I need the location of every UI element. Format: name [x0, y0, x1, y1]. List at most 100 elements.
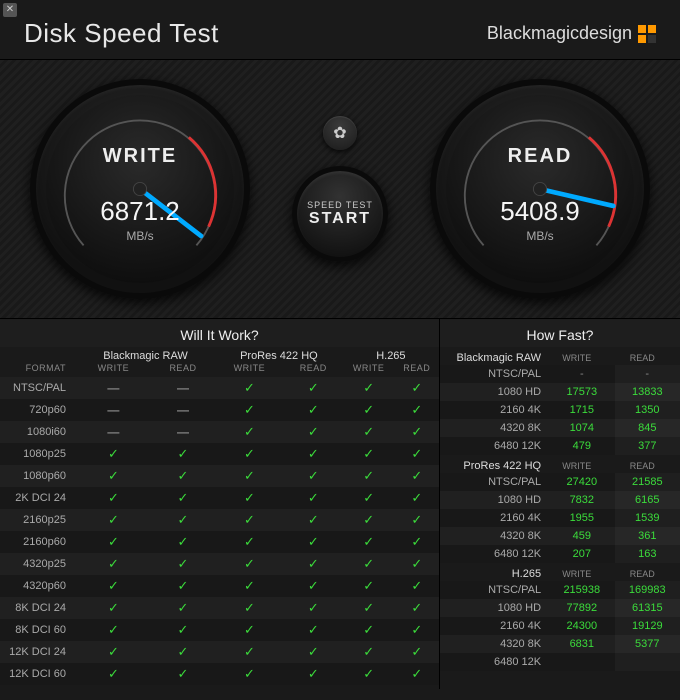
- check-icon: ✓: [284, 421, 343, 443]
- table-row: 2160p25✓✓✓✓✓✓: [0, 509, 439, 531]
- check-icon: ✓: [151, 553, 215, 575]
- format-label: 4320 8K: [440, 419, 549, 437]
- format-label: NTSC/PAL: [440, 581, 549, 599]
- dash-icon: —: [151, 421, 215, 443]
- check-icon: ✓: [395, 377, 439, 399]
- brand-text: Blackmagicdesign: [487, 23, 632, 44]
- write-fps: 24300: [549, 617, 614, 635]
- brand-squares-icon: [638, 25, 656, 43]
- close-icon: ✕: [6, 5, 14, 15]
- table-row: 6480 12K479377: [440, 437, 680, 455]
- check-icon: ✓: [215, 509, 284, 531]
- format-label: 12K DCI 60: [0, 663, 76, 685]
- format-label: 1080 HD: [440, 383, 549, 401]
- write-fps: 17573: [549, 383, 614, 401]
- read-gauge: READ 5408.9 MB/s: [430, 79, 650, 299]
- check-icon: ✓: [76, 597, 151, 619]
- format-label: 2K DCI 24: [0, 487, 76, 509]
- check-icon: ✓: [395, 619, 439, 641]
- table-row: 4320p25✓✓✓✓✓✓: [0, 553, 439, 575]
- format-label: NTSC/PAL: [0, 377, 76, 399]
- write-gauge-label: WRITE: [46, 145, 234, 168]
- format-label: 1080p60: [0, 465, 76, 487]
- codec-name: Blackmagic RAW: [440, 347, 549, 365]
- check-icon: ✓: [343, 421, 395, 443]
- write-fps: [549, 653, 614, 671]
- format-label: 2160p60: [0, 531, 76, 553]
- codec-header: H.265: [343, 347, 439, 363]
- start-small-label: SPEED TEST: [307, 200, 373, 210]
- check-icon: ✓: [76, 575, 151, 597]
- table-row: 12K DCI 60✓✓✓✓✓✓: [0, 663, 439, 685]
- check-icon: ✓: [343, 553, 395, 575]
- check-icon: ✓: [151, 443, 215, 465]
- check-icon: ✓: [284, 553, 343, 575]
- check-icon: ✓: [151, 597, 215, 619]
- check-icon: ✓: [151, 663, 215, 685]
- check-icon: ✓: [215, 465, 284, 487]
- check-icon: ✓: [215, 597, 284, 619]
- check-icon: ✓: [151, 509, 215, 531]
- codec-group-header: H.265WRITEREAD: [440, 563, 680, 581]
- format-label: 8K DCI 24: [0, 597, 76, 619]
- check-icon: ✓: [215, 641, 284, 663]
- check-icon: ✓: [215, 443, 284, 465]
- write-fps: 215938: [549, 581, 614, 599]
- table-row: NTSC/PAL2742021585: [440, 473, 680, 491]
- table-row: 2160 4K19551539: [440, 509, 680, 527]
- table-row: 1080p25✓✓✓✓✓✓: [0, 443, 439, 465]
- read-fps: 6165: [615, 491, 680, 509]
- how-fast-table: Blackmagic RAWWRITEREADNTSC/PAL--1080 HD…: [440, 347, 680, 671]
- read-gauge-label: READ: [446, 145, 634, 168]
- format-label: 4320p60: [0, 575, 76, 597]
- check-icon: ✓: [343, 377, 395, 399]
- read-fps: 61315: [615, 599, 680, 617]
- check-icon: ✓: [284, 597, 343, 619]
- check-icon: ✓: [76, 487, 151, 509]
- sub-header: READ: [284, 363, 343, 377]
- check-icon: ✓: [76, 443, 151, 465]
- check-icon: ✓: [395, 487, 439, 509]
- sub-header: WRITE: [549, 563, 614, 581]
- codec-name: H.265: [440, 563, 549, 581]
- check-icon: ✓: [343, 531, 395, 553]
- sub-header: WRITE: [343, 363, 395, 377]
- format-label: 4320p25: [0, 553, 76, 575]
- check-icon: ✓: [215, 377, 284, 399]
- dash-icon: —: [76, 421, 151, 443]
- dash-icon: —: [76, 399, 151, 421]
- table-row: 6480 12K: [440, 653, 680, 671]
- read-fps: 1350: [615, 401, 680, 419]
- check-icon: ✓: [76, 531, 151, 553]
- settings-button[interactable]: ✿: [323, 116, 357, 150]
- read-fps: 169983: [615, 581, 680, 599]
- check-icon: ✓: [284, 641, 343, 663]
- read-fps: 361: [615, 527, 680, 545]
- check-icon: ✓: [284, 531, 343, 553]
- write-fps: -: [549, 365, 614, 383]
- read-gauge-value: 5408.9 MB/s: [446, 196, 634, 243]
- check-icon: ✓: [284, 663, 343, 685]
- codec-group-header: Blackmagic RAWWRITEREAD: [440, 347, 680, 365]
- format-header: FORMAT: [0, 363, 76, 377]
- table-row: 2K DCI 24✓✓✓✓✓✓: [0, 487, 439, 509]
- table-row: NTSC/PAL215938169983: [440, 581, 680, 599]
- format-label: 6480 12K: [440, 437, 549, 455]
- table-row: 2160 4K2430019129: [440, 617, 680, 635]
- read-fps: [615, 653, 680, 671]
- table-row: 1080i60——✓✓✓✓: [0, 421, 439, 443]
- how-fast-panel: How Fast? Blackmagic RAWWRITEREADNTSC/PA…: [440, 319, 680, 689]
- format-label: 1080i60: [0, 421, 76, 443]
- start-button[interactable]: SPEED TEST START: [292, 166, 388, 262]
- check-icon: ✓: [215, 531, 284, 553]
- sub-header: WRITE: [549, 347, 614, 365]
- format-label: 2160p25: [0, 509, 76, 531]
- read-fps: 1539: [615, 509, 680, 527]
- read-fps: 5377: [615, 635, 680, 653]
- check-icon: ✓: [151, 465, 215, 487]
- check-icon: ✓: [215, 487, 284, 509]
- close-button[interactable]: ✕: [3, 3, 17, 17]
- check-icon: ✓: [395, 421, 439, 443]
- check-icon: ✓: [76, 641, 151, 663]
- check-icon: ✓: [151, 487, 215, 509]
